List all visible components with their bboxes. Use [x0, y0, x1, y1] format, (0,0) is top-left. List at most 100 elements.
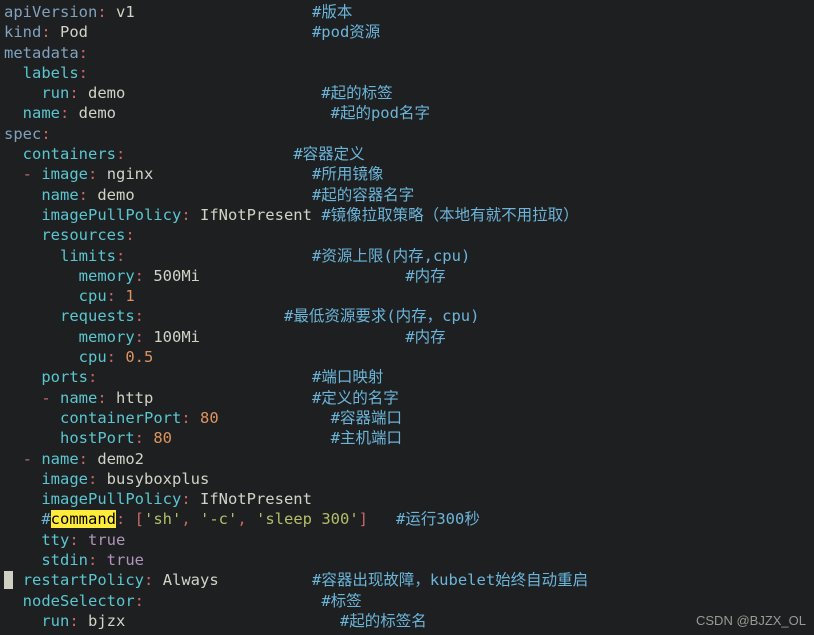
tok-p: -	[23, 165, 42, 183]
tok-p: :	[41, 125, 50, 143]
tok-p: :	[97, 389, 116, 407]
tok-cm: #版本	[312, 3, 352, 21]
code-line: tty: true	[4, 531, 125, 549]
tok-p: :	[181, 409, 200, 427]
tok-c: requests	[60, 307, 135, 325]
tok-cm: #pod资源	[312, 23, 380, 41]
tok-v: IfNotPresent	[200, 206, 321, 224]
tok-c: ports	[41, 368, 88, 386]
tok-cm: #所用镜像	[312, 165, 383, 183]
tok-v: busyboxplus	[107, 470, 210, 488]
tok-v: Pod	[60, 23, 88, 41]
tok-c: image	[41, 470, 88, 488]
tok-n: 0.5	[125, 348, 153, 366]
tok-p: :	[116, 247, 125, 265]
tok-p: :	[97, 3, 116, 21]
tok-p: -	[23, 450, 42, 468]
tok-p: :	[116, 510, 135, 528]
tok-cm: #端口映射	[312, 368, 383, 386]
yaml-code-block: apiVersion: v1 #版本 kind: Pod #pod资源 meta…	[0, 0, 814, 631]
tok-p: ,	[237, 510, 256, 528]
tok-cm: #资源上限(内存,cpu)	[312, 247, 470, 265]
tok-c: run	[41, 612, 69, 630]
code-line: metadata:	[4, 44, 88, 62]
tok-cm: #起的标签名	[340, 612, 427, 630]
tok-n: 80	[200, 409, 219, 427]
code-line: imagePullPolicy: IfNotPresent #镜像拉取策略（本地…	[4, 206, 579, 224]
tok-c: resources	[41, 226, 125, 244]
code-line: run: demo #起的标签	[4, 84, 393, 102]
tok-s: 'sh'	[144, 510, 181, 528]
tok-c: name	[41, 450, 78, 468]
code-line: nodeSelector: #标签	[4, 592, 362, 610]
tok-s: '-c'	[200, 510, 237, 528]
tok-p: :	[107, 287, 126, 305]
tok-cm: #起的pod名字	[331, 104, 430, 122]
tok-b: true	[107, 551, 144, 569]
code-line: restartPolicy: Always #容器出现故障，kubelet始终自…	[4, 571, 588, 589]
code-line: ports: #端口映射	[4, 368, 383, 386]
tok-cm: #镜像拉取策略（本地有就不用拉取）	[321, 206, 578, 224]
code-line: #command: ['sh', '-c', 'sleep 300'] #运行3…	[4, 510, 480, 528]
code-line: labels:	[4, 64, 88, 82]
tok-cm: #最低资源要求(内存，cpu)	[284, 307, 480, 325]
tok-v: 500Mi	[153, 267, 200, 285]
tok-p: :	[41, 23, 60, 41]
tok-v: demo2	[97, 450, 144, 468]
tok-v: bjzx	[88, 612, 125, 630]
tok-k: metadata	[4, 44, 79, 62]
tok-c: cpu	[79, 348, 107, 366]
tok-p: :	[88, 470, 107, 488]
code-line: - image: nginx #所用镜像	[4, 165, 383, 183]
tok-p: :	[88, 551, 107, 569]
tok-p: :	[107, 348, 126, 366]
tok-p: [	[135, 510, 144, 528]
tok-p: ,	[181, 510, 200, 528]
tok-p: :	[181, 206, 200, 224]
tok-c: imagePullPolicy	[41, 206, 181, 224]
tok-n: 1	[125, 287, 134, 305]
tok-c: memory	[79, 328, 135, 346]
tok-v: demo	[97, 186, 134, 204]
tok-b: true	[88, 531, 125, 549]
code-line: imagePullPolicy: IfNotPresent	[4, 490, 312, 508]
tok-v: v1	[116, 3, 135, 21]
tok-c: labels	[23, 64, 79, 82]
tok-p: :	[69, 84, 88, 102]
tok-c: cpu	[79, 287, 107, 305]
code-line: resources:	[4, 226, 135, 244]
tok-p: :	[135, 307, 144, 325]
tok-p: :	[181, 490, 200, 508]
tok-v: IfNotPresent	[200, 490, 312, 508]
code-line: limits: #资源上限(内存,cpu)	[4, 247, 470, 265]
tok-cm: #容器定义	[293, 145, 364, 163]
tok-c: hostPort	[60, 429, 135, 447]
tok-c: name	[60, 389, 97, 407]
tok-cm: #容器端口	[331, 409, 402, 427]
tok-c: name	[23, 104, 60, 122]
tok-v: nginx	[107, 165, 154, 183]
tok-v: http	[116, 389, 153, 407]
tok-k: spec	[4, 125, 41, 143]
code-line: cpu: 0.5	[4, 348, 153, 366]
code-line: name: demo #起的容器名字	[4, 186, 414, 204]
tok-blk	[4, 571, 13, 589]
tok-p: :	[144, 571, 163, 589]
code-line: stdin: true	[4, 551, 144, 569]
tok-v: 100Mi	[153, 328, 200, 346]
tok-v: demo	[88, 84, 125, 102]
tok-cm: #内存	[405, 267, 445, 285]
tok-c: name	[41, 186, 78, 204]
tok-c: nodeSelector	[23, 592, 135, 610]
tok-v: Always	[163, 571, 219, 589]
code-line: spec:	[4, 125, 51, 143]
tok-v: demo	[79, 104, 116, 122]
tok-c: restartPolicy	[23, 571, 144, 589]
tok-n: 80	[153, 429, 172, 447]
tok-k: kind	[4, 23, 41, 41]
tok-p: :	[135, 429, 154, 447]
tok-c: limits	[60, 247, 116, 265]
tok-hl: command	[51, 510, 116, 528]
tok-c: run	[41, 84, 69, 102]
tok-p: :	[79, 186, 98, 204]
